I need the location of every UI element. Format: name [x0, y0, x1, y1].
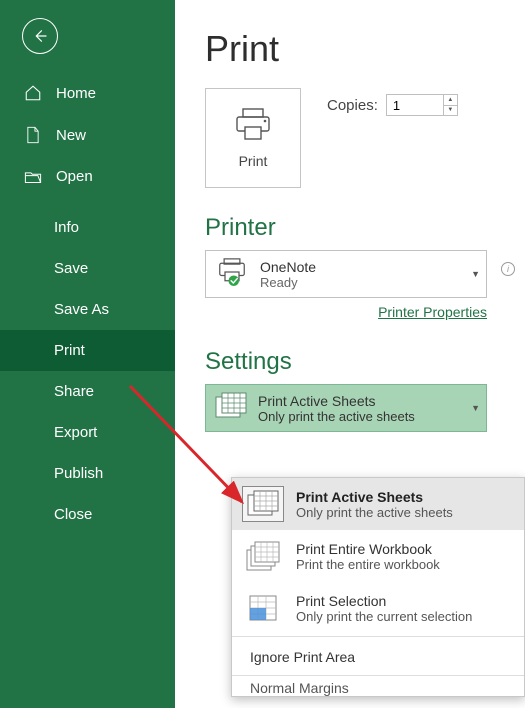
dropdown-item-title: Print Selection — [296, 593, 472, 609]
sidebar-item-new[interactable]: New — [0, 114, 175, 156]
sidebar-label-publish: Publish — [54, 465, 103, 482]
sidebar-label-info: Info — [54, 219, 79, 236]
back-button[interactable] — [22, 18, 58, 54]
settings-what-to-print[interactable]: Print Active Sheets Only print the activ… — [205, 384, 487, 432]
copies-up-button[interactable]: ▲ — [444, 95, 457, 106]
backstage-sidebar: Home New Open Info Save Save As Print — [0, 0, 175, 708]
dropdown-item-title: Print Active Sheets — [296, 489, 453, 505]
copies-spinner[interactable]: ▲ ▼ — [386, 94, 458, 116]
workbook-icon — [242, 538, 284, 574]
copies-down-button[interactable]: ▼ — [444, 106, 457, 116]
printer-name: OneNote — [260, 259, 461, 275]
print-button[interactable]: Print — [205, 88, 301, 188]
dropdown-item-selection[interactable]: Print Selection Only print the current s… — [232, 582, 524, 634]
printer-selector[interactable]: OneNote Ready ▼ — [205, 250, 487, 298]
settings-combo-subtitle: Only print the active sheets — [258, 409, 461, 424]
selection-icon — [242, 590, 284, 626]
sidebar-label-open: Open — [56, 168, 93, 185]
sidebar-item-save-as[interactable]: Save As — [0, 289, 175, 330]
sidebar-item-print[interactable]: Print — [0, 330, 175, 371]
sidebar-label-save-as: Save As — [54, 301, 109, 318]
sidebar-label-home: Home — [56, 85, 96, 102]
info-icon[interactable]: i — [501, 262, 515, 276]
sidebar-label-save: Save — [54, 260, 88, 277]
copies-input[interactable] — [387, 95, 443, 115]
settings-combo-title: Print Active Sheets — [258, 393, 461, 409]
chevron-down-icon: ▼ — [471, 269, 480, 279]
sidebar-item-close[interactable]: Close — [0, 494, 175, 535]
dropdown-item-subtitle: Only print the active sheets — [296, 505, 453, 520]
sidebar-item-save[interactable]: Save — [0, 248, 175, 289]
sidebar-item-export[interactable]: Export — [0, 412, 175, 453]
sidebar-item-info[interactable]: Info — [0, 207, 175, 248]
sidebar-item-open[interactable]: Open — [0, 156, 175, 197]
dropdown-cutoff-item: Normal Margins — [232, 675, 524, 696]
dropdown-item-entire-workbook[interactable]: Print Entire Workbook Print the entire w… — [232, 530, 524, 582]
sheets-icon — [242, 486, 284, 522]
dropdown-item-subtitle: Print the entire workbook — [296, 557, 440, 572]
printer-properties-link[interactable]: Printer Properties — [378, 304, 487, 320]
sidebar-label-close: Close — [54, 506, 92, 523]
sidebar-item-home[interactable]: Home — [0, 72, 175, 114]
dropdown-item-title: Print Entire Workbook — [296, 541, 440, 557]
open-icon — [22, 169, 44, 185]
printer-icon — [233, 107, 273, 141]
sidebar-item-publish[interactable]: Publish — [0, 453, 175, 494]
chevron-down-icon: ▼ — [471, 403, 480, 413]
dropdown-item-active-sheets[interactable]: Print Active Sheets Only print the activ… — [232, 478, 524, 530]
sidebar-label-print: Print — [54, 342, 85, 359]
printer-status: Ready — [260, 275, 461, 290]
sidebar-label-new: New — [56, 127, 86, 144]
settings-heading: Settings — [205, 348, 525, 376]
back-arrow-icon — [31, 27, 49, 45]
new-icon — [22, 126, 44, 144]
print-what-dropdown: Print Active Sheets Only print the activ… — [231, 477, 525, 697]
printer-status-icon — [214, 258, 250, 291]
home-icon — [22, 84, 44, 102]
dropdown-ignore-print-area[interactable]: Ignore Print Area — [232, 639, 524, 675]
page-title: Print — [205, 28, 525, 70]
sidebar-label-export: Export — [54, 424, 97, 441]
sidebar-item-share[interactable]: Share — [0, 371, 175, 412]
print-button-label: Print — [239, 153, 268, 169]
sidebar-label-share: Share — [54, 383, 94, 400]
sheets-icon — [214, 391, 248, 426]
copies-label: Copies: — [327, 97, 378, 114]
dropdown-item-subtitle: Only print the current selection — [296, 609, 472, 624]
printer-heading: Printer — [205, 214, 525, 242]
